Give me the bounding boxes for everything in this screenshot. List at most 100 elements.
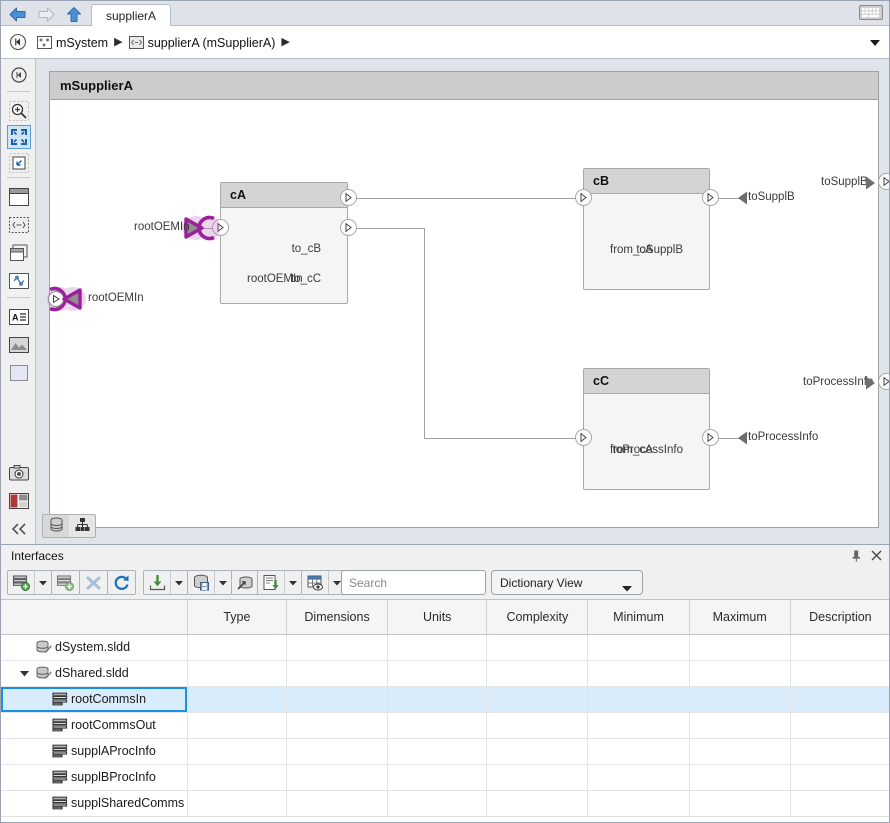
pin-icon[interactable] bbox=[850, 549, 863, 562]
table-row[interactable]: dShared.sldd bbox=[1, 660, 889, 687]
view-select[interactable]: Dictionary View bbox=[491, 570, 643, 595]
table-cell-description[interactable] bbox=[790, 660, 889, 687]
table-cell-description[interactable] bbox=[790, 764, 889, 791]
table-cell-description[interactable] bbox=[790, 738, 889, 765]
forward-arrow-icon[interactable] bbox=[33, 3, 59, 25]
table-cell-minimum[interactable] bbox=[587, 764, 690, 791]
table-cell-description[interactable] bbox=[790, 712, 889, 739]
output-port-cA-to_cB[interactable] bbox=[340, 189, 357, 206]
table-cell-complexity[interactable] bbox=[486, 686, 589, 713]
import-file-icon[interactable] bbox=[258, 571, 285, 594]
table-cell-complexity[interactable] bbox=[486, 712, 589, 739]
table-cell-minimum[interactable] bbox=[587, 660, 690, 687]
table-cell-name[interactable]: rootCommsIn bbox=[1, 686, 188, 713]
table-cell-minimum[interactable] bbox=[587, 634, 690, 661]
dictionary-view-toggle[interactable] bbox=[43, 515, 69, 537]
hierarchy-view-toggle[interactable] bbox=[69, 515, 95, 537]
twisty-expanded-icon[interactable] bbox=[15, 670, 33, 677]
table-row[interactable]: supplBProcInfo bbox=[1, 764, 889, 791]
add-element-icon[interactable] bbox=[52, 571, 79, 594]
table-cell-type[interactable] bbox=[187, 712, 287, 739]
text-annotation-icon[interactable]: A bbox=[7, 305, 31, 329]
save-dictionary-icon[interactable] bbox=[188, 571, 215, 594]
close-icon[interactable] bbox=[870, 549, 883, 562]
table-cell-description[interactable] bbox=[790, 790, 889, 817]
root-output-port-toProcessInfo[interactable] bbox=[878, 373, 889, 390]
image-icon[interactable] bbox=[7, 333, 31, 357]
camera-icon[interactable] bbox=[7, 461, 31, 485]
table-cell-complexity[interactable] bbox=[486, 790, 589, 817]
table-cell-complexity[interactable] bbox=[486, 660, 589, 687]
output-port-cC-toProcessInfo[interactable] bbox=[702, 429, 719, 446]
table-cell-maximum[interactable] bbox=[689, 764, 791, 791]
table-cell-name[interactable]: supplSharedComms bbox=[1, 790, 188, 817]
table-cell-maximum[interactable] bbox=[689, 660, 791, 687]
fit-to-view-button[interactable] bbox=[7, 63, 31, 87]
table-cell-units[interactable] bbox=[387, 764, 488, 791]
layout-icon[interactable] bbox=[7, 489, 31, 513]
table-row[interactable]: rootCommsIn bbox=[1, 686, 889, 713]
table-cell-type[interactable] bbox=[187, 738, 287, 765]
search-box[interactable] bbox=[341, 570, 521, 595]
table-cell-name[interactable]: dSystem.sldd bbox=[1, 634, 188, 661]
add-interface-icon[interactable] bbox=[8, 571, 35, 594]
table-cell-type[interactable] bbox=[187, 790, 287, 817]
delete-x-icon[interactable] bbox=[80, 571, 107, 594]
import-icon[interactable] bbox=[144, 571, 171, 594]
diagram-body[interactable]: cA rootOEMIn to_cB to_cC rootOEMIn rootO… bbox=[47, 100, 889, 527]
table-cell-minimum[interactable] bbox=[587, 738, 690, 765]
table-cell-name[interactable]: supplAProcInfo bbox=[1, 738, 188, 765]
table-cell-complexity[interactable] bbox=[486, 738, 589, 765]
variant-block-icon[interactable] bbox=[7, 213, 31, 237]
table-cell-maximum[interactable] bbox=[689, 686, 791, 713]
breadcrumb-item-mSystem[interactable]: mSystem bbox=[37, 36, 110, 50]
table-cell-units[interactable] bbox=[387, 634, 488, 661]
table-cell-units[interactable] bbox=[387, 686, 488, 713]
table-cell-maximum[interactable] bbox=[689, 790, 791, 817]
table-cell-dimensions[interactable] bbox=[286, 764, 389, 791]
table-cell-dimensions[interactable] bbox=[286, 712, 389, 739]
keyboard-icon[interactable] bbox=[859, 5, 883, 20]
table-cell-minimum[interactable] bbox=[587, 712, 690, 739]
fit-to-window-button[interactable] bbox=[7, 125, 31, 149]
table-cell-units[interactable] bbox=[387, 660, 488, 687]
col-header-description[interactable]: Description bbox=[790, 600, 889, 635]
table-cell-type[interactable] bbox=[187, 634, 287, 661]
component-block-cC[interactable]: cC from_cA toProcessInfo bbox=[583, 368, 710, 490]
col-header-minimum[interactable]: Minimum bbox=[587, 600, 690, 635]
back-arrow-icon[interactable] bbox=[5, 3, 31, 25]
input-port-cC-from_cA[interactable] bbox=[575, 429, 592, 446]
component-block-cA[interactable]: cA rootOEMIn to_cB to_cC bbox=[220, 182, 348, 304]
search-input[interactable] bbox=[342, 574, 506, 591]
output-port-cA-to_cC[interactable] bbox=[340, 219, 357, 236]
table-cell-units[interactable] bbox=[387, 790, 488, 817]
component-block-cB[interactable]: cB from_cA toSupplB bbox=[583, 168, 710, 290]
zoom-region-icon[interactable] bbox=[7, 151, 31, 175]
up-arrow-icon[interactable] bbox=[61, 3, 87, 25]
table-row[interactable]: supplAProcInfo bbox=[1, 738, 889, 765]
area-icon[interactable] bbox=[7, 361, 31, 385]
table-row[interactable]: supplSharedComms bbox=[1, 790, 889, 817]
root-output-port-toSupplB[interactable] bbox=[878, 173, 889, 190]
reference-block-icon[interactable] bbox=[7, 241, 31, 265]
expand-chevron-icon[interactable] bbox=[869, 37, 881, 47]
import-file-dropdown-arrow[interactable] bbox=[285, 571, 301, 594]
table-cell-complexity[interactable] bbox=[486, 634, 589, 661]
table-cell-dimensions[interactable] bbox=[286, 634, 389, 661]
save-dropdown-arrow[interactable] bbox=[215, 571, 231, 594]
add-interface-dropdown-arrow[interactable] bbox=[35, 571, 51, 594]
breadcrumb-item-supplierA[interactable]: supplierA (mSupplierA) bbox=[128, 36, 278, 50]
table-cell-minimum[interactable] bbox=[587, 686, 690, 713]
table-cell-description[interactable] bbox=[790, 634, 889, 661]
navigate-back-icon[interactable] bbox=[9, 33, 29, 53]
col-header-maximum[interactable]: Maximum bbox=[689, 600, 791, 635]
diagram-canvas[interactable]: mSupplierA cA rootOEMIn to_cB to_cC root… bbox=[36, 59, 889, 544]
table-cell-units[interactable] bbox=[387, 712, 488, 739]
tab-supplierA[interactable]: supplierA bbox=[91, 4, 172, 26]
input-port-cB-from_cA[interactable] bbox=[575, 189, 592, 206]
table-cell-complexity[interactable] bbox=[486, 764, 589, 791]
table-cell-dimensions[interactable] bbox=[286, 790, 389, 817]
root-port-rootOEMIn-floating[interactable] bbox=[46, 283, 90, 318]
link-dictionary-icon[interactable] bbox=[232, 571, 259, 594]
table-cell-maximum[interactable] bbox=[689, 634, 791, 661]
